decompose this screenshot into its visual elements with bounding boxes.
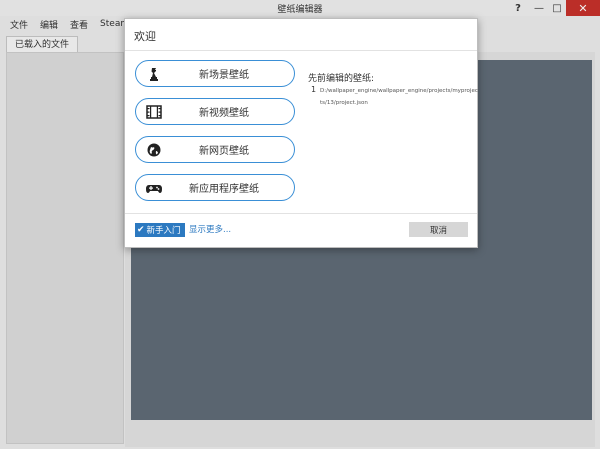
film-icon [146, 105, 162, 119]
recent-wallpapers-title: 先前编辑的壁纸: [308, 74, 375, 84]
dialog-divider [125, 50, 477, 51]
welcome-dialog: 欢迎 新场景壁纸 新视频壁纸 新网页壁纸 新应用程序壁纸 先前编辑的壁纸: 1 … [124, 18, 478, 248]
chess-piece-icon [150, 68, 158, 81]
checkmark-icon: ✔ [137, 225, 145, 235]
getting-started-label: 新手入门 [146, 226, 181, 236]
recent-item-path-link[interactable]: D:/wallpaper_engine/wallpaper_engine/pro… [320, 85, 480, 109]
show-more-link[interactable]: 显示更多... [189, 223, 231, 237]
new-app-wallpaper-button[interactable]: 新应用程序壁纸 [135, 174, 295, 201]
cancel-button[interactable]: 取消 [409, 222, 468, 237]
new-video-wallpaper-button[interactable]: 新视频壁纸 [135, 98, 295, 125]
dialog-title: 欢迎 [134, 30, 156, 43]
gamepad-icon [146, 185, 162, 193]
getting-started-button[interactable]: ✔ 新手入门 [135, 223, 185, 237]
dialog-footer-divider [125, 213, 477, 214]
new-web-wallpaper-button[interactable]: 新网页壁纸 [135, 136, 295, 163]
globe-icon [147, 143, 161, 157]
recent-item-number: 1 [311, 85, 317, 94]
new-scene-wallpaper-button[interactable]: 新场景壁纸 [135, 60, 295, 87]
